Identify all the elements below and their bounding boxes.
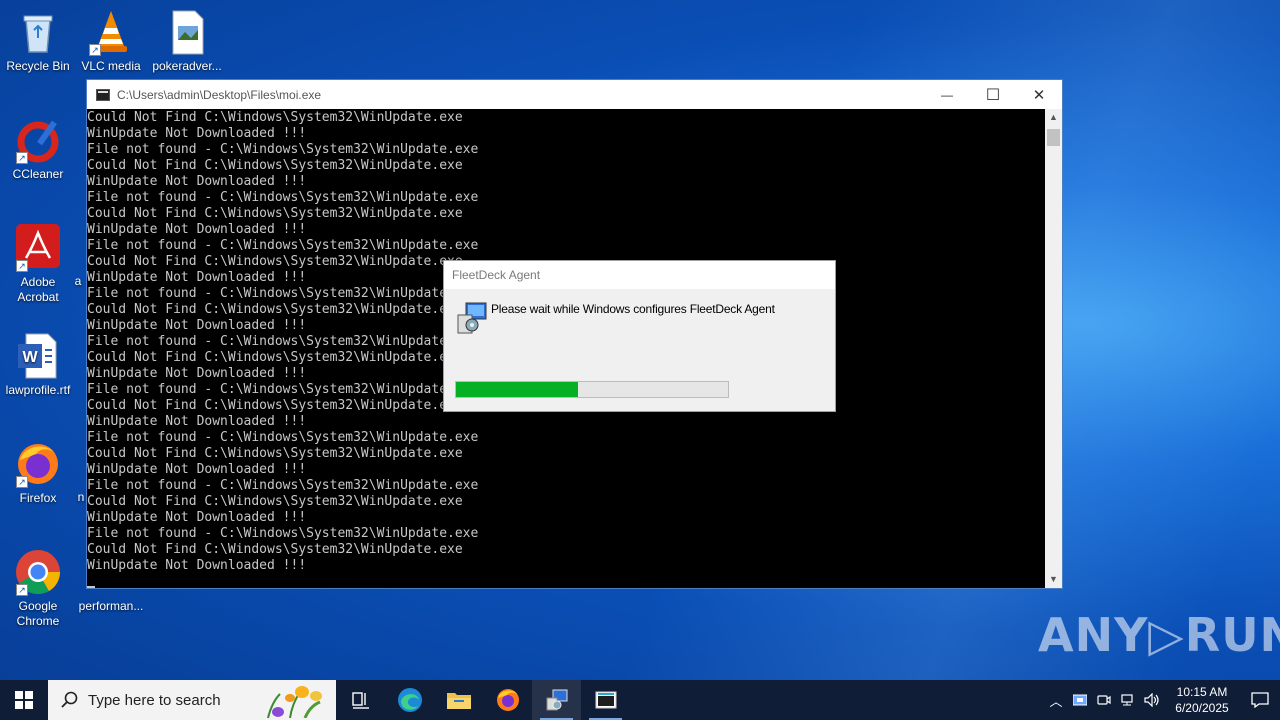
chrome-icon: ↗ [14, 548, 62, 596]
firefox-icon: ↗ [14, 440, 62, 488]
scrollbar-thumb[interactable] [1047, 129, 1060, 146]
console-icon [595, 691, 616, 709]
clock-time: 10:15 AM [1176, 685, 1228, 699]
clock-date: 6/20/2025 [1175, 701, 1229, 715]
desktop-icon-adobe-acrobat[interactable]: ↗ Adobe Acrobat [0, 224, 76, 305]
shortcut-arrow-icon: ↗ [16, 260, 28, 272]
shortcut-arrow-icon: ↗ [16, 584, 28, 596]
installer-dialog-title: FleetDeck Agent [444, 261, 835, 289]
shortcut-arrow-icon: ↗ [16, 152, 28, 164]
taskbar-clock[interactable]: 10:15 AM 6/20/2025 [1164, 684, 1240, 716]
desktop-icon-label: performan... [78, 599, 144, 613]
desktop-icon-label: Recycle Bin [6, 59, 70, 73]
installer-icon [456, 301, 488, 335]
task-view-icon [351, 692, 369, 709]
recycle-bin-icon [14, 8, 62, 56]
desktop-icon-label: VLC media [81, 59, 141, 73]
firefox-icon [496, 689, 519, 711]
taskbar-firefox[interactable] [483, 680, 532, 720]
console-titlebar[interactable]: C:\Users\admin\Desktop\Files\moi.exe — ☐… [87, 80, 1062, 109]
file-explorer-icon [446, 693, 471, 709]
desktop-icon-vlc[interactable]: ↗ VLC media [73, 8, 149, 74]
minimize-button[interactable]: — [924, 80, 970, 109]
desktop-icon-label: CCleaner [12, 167, 64, 181]
progress-fill [456, 382, 579, 397]
desktop-icon-label: lawprofile.rtf [5, 383, 71, 397]
desktop-icon-lawprofile[interactable]: W lawprofile.rtf [0, 332, 76, 398]
shortcut-arrow-icon: ↗ [89, 44, 101, 56]
desktop-icon-label: Google Chrome [16, 599, 60, 628]
console-cursor [87, 586, 95, 588]
ccleaner-icon: ↗ [14, 116, 62, 164]
taskbar-file-explorer[interactable] [434, 680, 483, 720]
network-icon[interactable] [1116, 680, 1140, 720]
close-button[interactable]: ✕ [1016, 80, 1062, 109]
anyrun-watermark: ANY▷RUN [1038, 608, 1280, 662]
notification-center-button[interactable] [1240, 680, 1280, 720]
console-app-icon [96, 88, 110, 101]
system-tray: ︿ 10:15 AM 6/20/2025 [1044, 680, 1280, 720]
shortcut-arrow-icon: ↗ [16, 476, 28, 488]
scroll-up-icon[interactable]: ▲ [1045, 109, 1062, 126]
taskbar-search-box[interactable]: Type here to search [48, 680, 336, 720]
taskbar-installer[interactable] [532, 680, 581, 720]
taskbar: Type here to search ︿ 10:15 AM 6/20/2025 [0, 680, 1280, 720]
svg-text:W: W [22, 349, 38, 366]
task-view-button[interactable] [336, 680, 385, 720]
windows-logo-icon [15, 691, 33, 709]
tray-app-icon[interactable] [1068, 680, 1092, 720]
taskbar-console[interactable] [581, 680, 630, 720]
search-placeholder: Type here to search [88, 691, 221, 709]
desktop-icon-chrome[interactable]: ↗ Google Chrome [0, 548, 76, 629]
notification-icon [1251, 692, 1269, 708]
desktop-icon-label: pokeradver... [152, 59, 222, 73]
maximize-button[interactable]: ☐ [970, 80, 1016, 109]
scroll-down-icon[interactable]: ▼ [1045, 571, 1062, 588]
vlc-icon: ↗ [87, 8, 135, 56]
start-button[interactable] [0, 680, 48, 720]
desktop-icon-pokeradver[interactable]: pokeradver... [149, 8, 225, 74]
document-icon [163, 8, 211, 56]
volume-icon[interactable] [1140, 680, 1164, 720]
installer-dialog[interactable]: FleetDeck Agent Please wait while Window… [443, 260, 836, 412]
search-highlight-flowers-icon [267, 686, 322, 718]
search-icon [61, 691, 78, 708]
console-title: C:\Users\admin\Desktop\Files\moi.exe [117, 87, 322, 102]
installer-message: Please wait while Windows configures Fle… [491, 302, 775, 316]
desktop-icon-recycle-bin[interactable]: Recycle Bin [0, 8, 76, 74]
taskbar-edge[interactable] [385, 680, 434, 720]
meet-now-icon[interactable] [1092, 680, 1116, 720]
installer-progress-bar [455, 381, 729, 398]
adobe-acrobat-icon: ↗ [14, 224, 62, 272]
desktop-icon-ccleaner[interactable]: ↗ CCleaner [0, 116, 76, 182]
installer-icon [546, 689, 567, 711]
word-document-icon: W [14, 332, 62, 380]
edge-icon [397, 688, 422, 712]
console-scrollbar[interactable]: ▲ ▼ [1045, 109, 1062, 588]
show-hidden-icons-chevron-icon[interactable]: ︿ [1044, 680, 1068, 720]
